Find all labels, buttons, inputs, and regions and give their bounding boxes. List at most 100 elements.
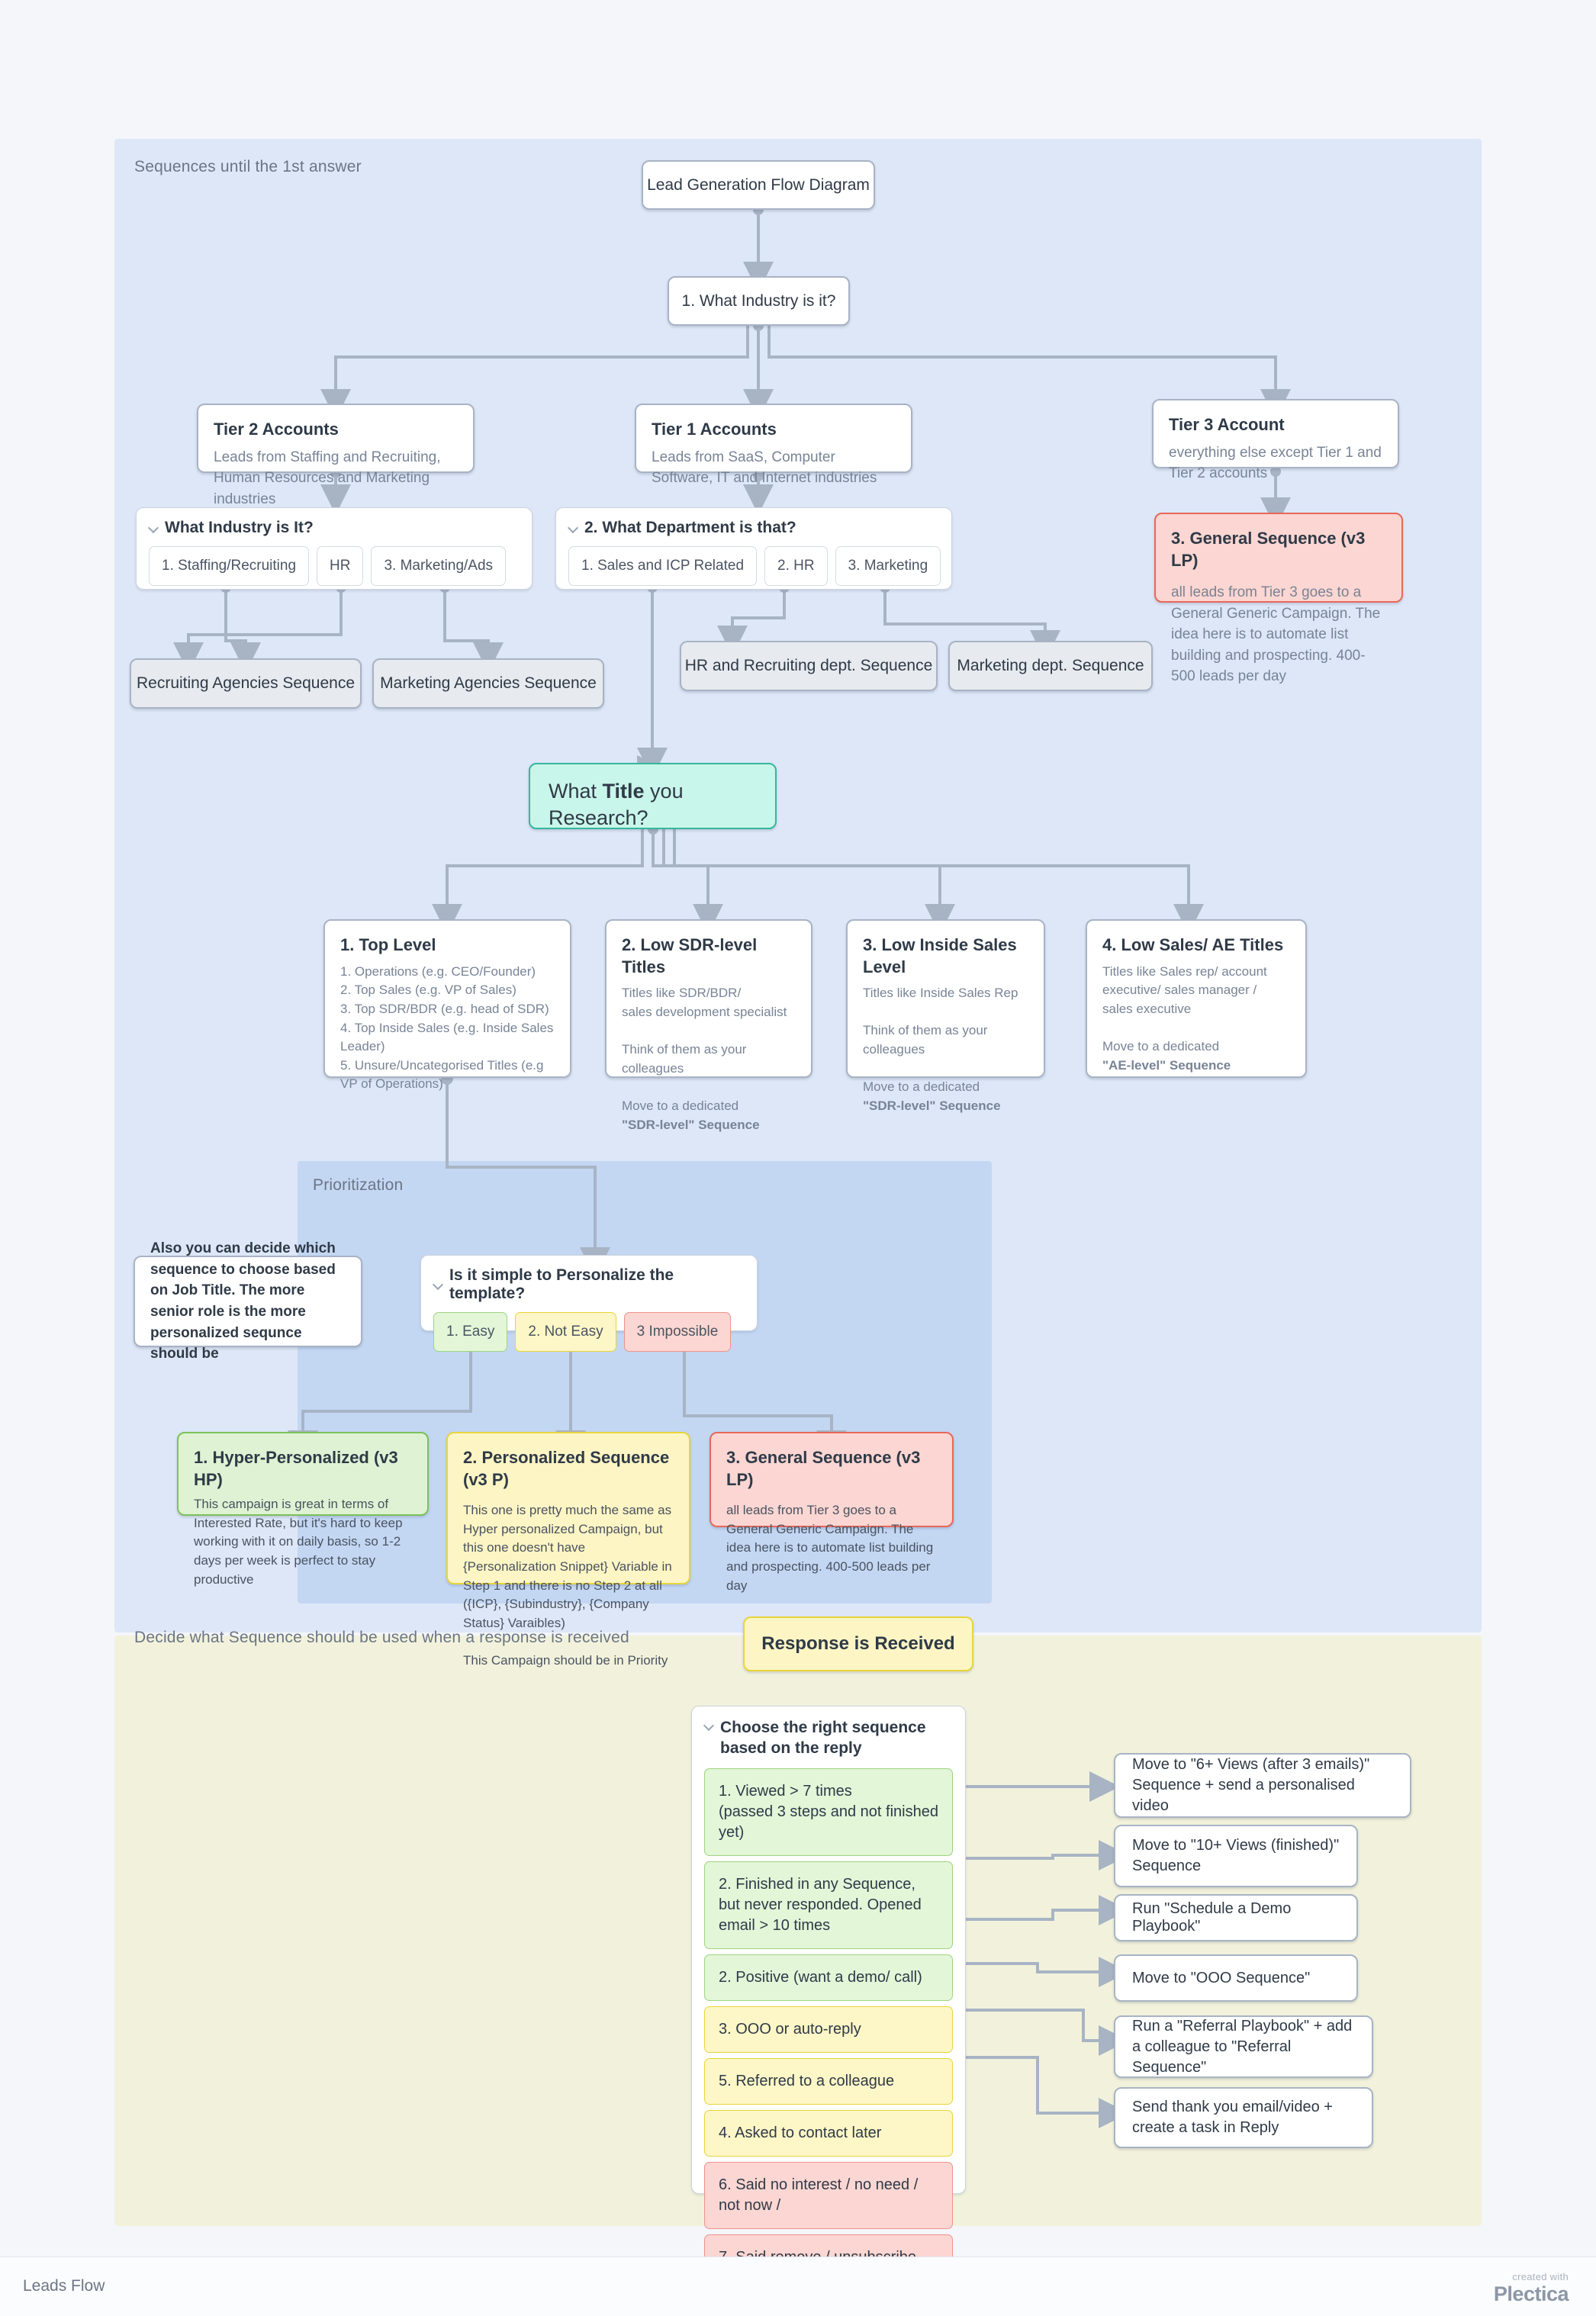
- node-title-level-2[interactable]: 2. Low SDR-level Titles Titles like SDR/…: [605, 919, 812, 1132]
- chevron-down-icon[interactable]: [433, 1280, 443, 1290]
- node-root-title: Lead Generation Flow Diagram: [647, 175, 870, 194]
- node-personalized-sequence-title: 2. Personalized Sequence (v3 P): [463, 1448, 670, 1489]
- node-hr-recruiting-dept-sequence[interactable]: HR and Recruiting dept. Sequence: [680, 641, 938, 691]
- node-general-sequence-tier3[interactable]: 3. General Sequence (v3 LP) all leads fr…: [1154, 513, 1403, 684]
- chip-easy[interactable]: 1. Easy: [433, 1312, 508, 1352]
- chip-hr-dept[interactable]: 2. HR: [764, 546, 828, 586]
- node-personalized-sequence[interactable]: 2. Personalized Sequence (v3 P) This one…: [446, 1432, 690, 1668]
- group-reply-rows: 1. Viewed > 7 times (passed 3 steps and …: [704, 1768, 953, 2281]
- node-title-level-2-bold: "SDR-level" Sequence: [622, 1117, 760, 1132]
- node-recruiting-agencies-sequence-title: Recruiting Agencies Sequence: [136, 674, 356, 692]
- node-action-thank-you[interactable]: Send thank you email/video + create a ta…: [1114, 2087, 1373, 2148]
- reply-row-5[interactable]: 5. Referred to a colleague: [704, 2057, 953, 2105]
- node-action-6plus-views-title: Move to "6+ Views (after 3 emails)" Sequ…: [1132, 1756, 1370, 1814]
- diagram-canvas: Sequences until the 1st answer Prioritiz…: [0, 0, 1596, 2316]
- group-industry-heading: What Industry is It?: [165, 519, 314, 536]
- node-action-referral-playbook[interactable]: Run a "Referral Playbook" + add a collea…: [1114, 2015, 1373, 2078]
- reply-row-3[interactable]: 2. Positive (want a demo/ call): [704, 1954, 953, 2001]
- node-tier-3[interactable]: Tier 3 Account everything else except Ti…: [1152, 399, 1399, 481]
- node-root[interactable]: Lead Generation Flow Diagram: [642, 160, 875, 210]
- chip-hr[interactable]: HR: [317, 546, 364, 586]
- group-personalize-heading-row: Is it simple to Personalize the template…: [433, 1266, 745, 1303]
- chevron-down-icon[interactable]: [568, 523, 578, 533]
- node-action-6plus-views[interactable]: Move to "6+ Views (after 3 emails)" Sequ…: [1114, 1753, 1411, 1818]
- node-title-level-4-bold: "AE-level" Sequence: [1102, 1057, 1231, 1073]
- chip-not-easy[interactable]: 2. Not Easy: [515, 1312, 616, 1352]
- node-action-demo-playbook[interactable]: Run "Schedule a Demo Playbook": [1114, 1894, 1358, 1941]
- node-tier-2[interactable]: Tier 2 Accounts Leads from Staffing and …: [197, 404, 475, 507]
- brand-block: created with Plectica: [1494, 2271, 1569, 2306]
- reply-row-2[interactable]: 2. Finished in any Sequence, but never r…: [704, 1861, 953, 1949]
- node-tier-3-desc: everything else except Tier 1 and Tier 2…: [1169, 444, 1382, 482]
- node-action-ooo-sequence[interactable]: Move to "OOO Sequence": [1114, 1954, 1358, 2002]
- brand-name: Plectica: [1493, 2282, 1569, 2305]
- group-reply-heading-row: Choose the right sequence based on the r…: [704, 1717, 953, 1759]
- node-hyper-personalized[interactable]: 1. Hyper-Personalized (v3 HP) This campa…: [177, 1432, 429, 1587]
- node-hyper-personalized-title: 1. Hyper-Personalized (v3 HP): [194, 1448, 398, 1489]
- group-department[interactable]: 2. What Department is that? 1. Sales and…: [555, 507, 952, 590]
- node-title-level-1[interactable]: 1. Top Level 1. Operations (e.g. CEO/Fou…: [323, 919, 571, 1091]
- node-action-10plus-views-title: Move to "10+ Views (finished)" Sequence: [1132, 1837, 1340, 1874]
- node-action-10plus-views[interactable]: Move to "10+ Views (finished)" Sequence: [1114, 1825, 1358, 1887]
- node-title-level-4[interactable]: 4. Low Sales/ AE Titles Titles like Sale…: [1086, 919, 1307, 1078]
- node-tier-2-desc: Leads from Staffing and Recruiting, Huma…: [214, 449, 441, 507]
- reply-row-7[interactable]: 6. Said no interest / no need / not now …: [704, 2161, 953, 2229]
- chevron-down-icon[interactable]: [704, 1721, 714, 1731]
- node-action-referral-playbook-title: Run a "Referral Playbook" + add a collea…: [1132, 2017, 1353, 2076]
- node-hyper-personalized-desc: This campaign is great in terms of Inter…: [194, 1497, 403, 1587]
- node-title-question[interactable]: What Title you Research?: [529, 763, 777, 829]
- chip-sales-icp[interactable]: 1. Sales and ICP Related: [568, 546, 758, 586]
- node-title-level-4-title: 4. Low Sales/ AE Titles: [1102, 935, 1284, 954]
- node-title-level-3-bold: "SDR-level" Sequence: [863, 1098, 1001, 1114]
- chevron-down-icon[interactable]: [149, 523, 159, 533]
- group-reply[interactable]: Choose the right sequence based on the r…: [691, 1706, 966, 2281]
- group-industry[interactable]: What Industry is It? 1. Staffing/Recruit…: [136, 507, 533, 590]
- node-marketing-agencies-sequence-title: Marketing Agencies Sequence: [380, 674, 597, 692]
- group-personalize-heading: Is it simple to Personalize the template…: [449, 1266, 674, 1302]
- node-marketing-agencies-sequence[interactable]: Marketing Agencies Sequence: [372, 658, 604, 709]
- node-action-demo-playbook-title: Run "Schedule a Demo Playbook": [1132, 1900, 1292, 1935]
- node-job-title-note[interactable]: Also you can decide which sequence to ch…: [134, 1240, 362, 1362]
- chip-staffing-recruiting[interactable]: 1. Staffing/Recruiting: [149, 546, 310, 586]
- node-general-sequence-tier3-desc: all leads from Tier 3 goes to a General …: [1171, 584, 1381, 685]
- footer-bar: Leads Flow created with Plectica: [0, 2256, 1596, 2316]
- node-title-level-1-title: 1. Top Level: [340, 935, 436, 954]
- group-department-heading-row: 2. What Department is that?: [568, 519, 939, 537]
- reply-row-6[interactable]: 4. Asked to contact later: [704, 2109, 953, 2157]
- node-personalized-sequence-desc: This one is pretty much the same as Hype…: [463, 1503, 672, 1668]
- group-industry-heading-row: What Industry is It?: [149, 519, 520, 537]
- node-title-level-2-desc: Titles like SDR/BDR/ sales development s…: [622, 986, 787, 1114]
- title-question-pre: What: [549, 780, 603, 803]
- node-recruiting-agencies-sequence[interactable]: Recruiting Agencies Sequence: [130, 658, 362, 709]
- node-title-question-text: What Title you Research?: [549, 778, 757, 832]
- node-marketing-dept-sequence[interactable]: Marketing dept. Sequence: [948, 641, 1153, 691]
- zone-sequences-label: Sequences until the 1st answer: [134, 158, 362, 175]
- node-general-sequence-priority[interactable]: 3. General Sequence (v3 LP) all leads fr…: [710, 1432, 954, 1593]
- reply-row-1[interactable]: 1. Viewed > 7 times (passed 3 steps and …: [704, 1768, 953, 1856]
- node-action-thank-you-title: Send thank you email/video + create a ta…: [1132, 2099, 1333, 2136]
- footer-title: Leads Flow: [23, 2277, 105, 2295]
- node-response-received[interactable]: Response is Received: [743, 1616, 973, 1671]
- node-question-industry-title: 1. What Industry is it?: [681, 291, 836, 310]
- node-title-level-3[interactable]: 3. Low Inside Sales Level Titles like In…: [846, 919, 1045, 1113]
- reply-row-4[interactable]: 3. OOO or auto-reply: [704, 2006, 953, 2053]
- node-title-level-2-title: 2. Low SDR-level Titles: [622, 935, 758, 976]
- chip-marketing-ads[interactable]: 3. Marketing/Ads: [371, 546, 507, 586]
- node-general-sequence-priority-desc: all leads from Tier 3 goes to a General …: [726, 1503, 934, 1593]
- node-tier-1-title: Tier 1 Accounts: [652, 420, 777, 439]
- chip-marketing[interactable]: 3. Marketing: [835, 546, 941, 586]
- node-general-sequence-tier3-title: 3. General Sequence (v3 LP): [1171, 529, 1366, 570]
- chip-impossible[interactable]: 3 Impossible: [623, 1312, 732, 1352]
- group-personalize[interactable]: Is it simple to Personalize the template…: [420, 1255, 758, 1352]
- zone-prioritization-label: Prioritization: [313, 1176, 404, 1194]
- group-personalize-chips: 1. Easy 2. Not Easy 3 Impossible: [433, 1312, 745, 1352]
- title-question-strong: Title: [602, 780, 645, 803]
- node-question-industry[interactable]: 1. What Industry is it?: [668, 276, 850, 326]
- node-tier-1[interactable]: Tier 1 Accounts Leads from SaaS, Compute…: [635, 404, 912, 486]
- node-title-level-1-desc: 1. Operations (e.g. CEO/Founder) 2. Top …: [340, 963, 554, 1092]
- group-department-chips: 1. Sales and ICP Related 2. HR 3. Market…: [568, 546, 941, 586]
- group-industry-chips: 1. Staffing/Recruiting HR 3. Marketing/A…: [149, 546, 520, 586]
- brand-caption: created with: [1512, 2271, 1569, 2282]
- node-hr-recruiting-dept-sequence-title: HR and Recruiting dept. Sequence: [684, 657, 933, 674]
- node-tier-1-desc: Leads from SaaS, Computer Software, IT a…: [652, 449, 877, 487]
